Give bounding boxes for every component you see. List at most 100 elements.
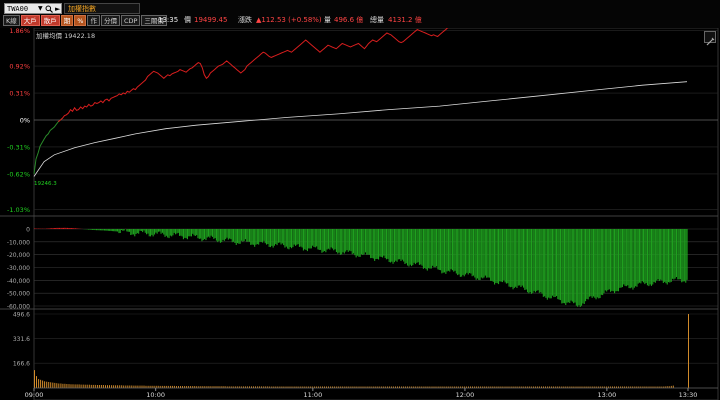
toolbar-button[interactable]: 大戶 bbox=[20, 15, 40, 26]
flow-bar bbox=[205, 229, 207, 241]
flow-bar bbox=[379, 229, 381, 257]
flow-bar bbox=[525, 229, 527, 290]
flow-bar bbox=[548, 229, 550, 298]
flow-bar bbox=[521, 229, 523, 286]
flow-bar bbox=[562, 229, 564, 304]
flow-bar bbox=[239, 229, 241, 244]
index-name: 加權指數 bbox=[68, 5, 96, 13]
price-axis-label: 0.92% bbox=[9, 63, 30, 71]
intraday-chart[interactable]: 1.86% 0.92% 0.31% 0% -0.31% -0.62% -1.03% 加權均價 … bbox=[0, 28, 720, 400]
flow-bar bbox=[135, 229, 137, 234]
toolbar-button[interactable]: 分價 bbox=[100, 15, 120, 26]
dropdown-caret-icon[interactable]: ▼ bbox=[38, 4, 43, 14]
flow-bar bbox=[273, 229, 275, 246]
toolbar: TWA00 ▼ ► 加權指數 K線 大戶 散戶期% 作分價 CDP 三關價 13:35 價… bbox=[0, 0, 720, 28]
flow-bar bbox=[523, 229, 525, 288]
flow-bar bbox=[566, 229, 568, 303]
flow-bar bbox=[190, 229, 192, 237]
toolbar-button[interactable]: 作 bbox=[87, 15, 100, 26]
flow-bar bbox=[360, 229, 362, 255]
flow-bar bbox=[244, 229, 246, 240]
flow-bar bbox=[165, 229, 167, 236]
volume-bar bbox=[76, 384, 78, 388]
toolbar-button[interactable]: % bbox=[74, 15, 87, 26]
flow-bar bbox=[578, 229, 580, 306]
flow-bar bbox=[167, 229, 169, 238]
flow-bar bbox=[450, 229, 452, 270]
flow-bar bbox=[329, 229, 331, 250]
volume-bar bbox=[72, 384, 74, 388]
flow-bar bbox=[267, 229, 269, 244]
flow-bar bbox=[421, 229, 423, 266]
flow-bar bbox=[494, 229, 496, 285]
volume-bar bbox=[34, 370, 35, 388]
total-volume-label: 總量 bbox=[370, 16, 384, 24]
flow-bar bbox=[478, 229, 480, 280]
volume-bar bbox=[90, 384, 92, 388]
symbol-selector[interactable]: TWA00 ▼ ► bbox=[4, 3, 62, 14]
flow-bar bbox=[103, 229, 105, 231]
flow-bar bbox=[384, 229, 386, 258]
flow-bar bbox=[396, 229, 398, 262]
flow-bar bbox=[140, 229, 142, 231]
flow-bar bbox=[628, 229, 630, 289]
volume-axis-label: 166.6 bbox=[13, 361, 30, 368]
flow-bar bbox=[491, 229, 493, 281]
toolbar-buttons: K線 大戶 散戶期% 作分價 CDP 三關價 bbox=[3, 15, 167, 26]
flow-bar bbox=[123, 229, 125, 231]
flow-bar bbox=[254, 229, 256, 247]
volume-bar bbox=[121, 385, 123, 388]
flow-bar bbox=[298, 229, 300, 247]
toolbar-button[interactable]: CDP bbox=[120, 15, 141, 26]
flow-bar bbox=[211, 229, 213, 237]
flow-bar bbox=[606, 229, 608, 292]
flow-bar bbox=[461, 229, 463, 277]
flow-bar bbox=[537, 229, 539, 291]
flow-bar bbox=[469, 229, 471, 273]
flow-bar bbox=[391, 229, 393, 262]
next-arrow-icon[interactable]: ► bbox=[55, 4, 60, 14]
volume-bar bbox=[117, 385, 119, 388]
flow-bar bbox=[499, 229, 501, 282]
flow-bar bbox=[557, 229, 559, 300]
flow-bar bbox=[583, 229, 585, 304]
flow-bar bbox=[276, 229, 278, 246]
flow-bar bbox=[418, 229, 420, 265]
flow-bar bbox=[378, 229, 380, 260]
flow-bar bbox=[530, 229, 532, 294]
flow-bar bbox=[353, 229, 355, 254]
flow-bar bbox=[558, 229, 560, 300]
flow-bar bbox=[327, 229, 329, 249]
toolbar-button[interactable]: 期 bbox=[60, 15, 74, 26]
search-icon[interactable] bbox=[45, 5, 53, 13]
time-axis-label: 09:00 bbox=[25, 391, 44, 399]
flow-bar bbox=[591, 229, 593, 298]
flow-bar bbox=[528, 229, 530, 294]
flow-bar bbox=[242, 229, 244, 242]
flow-bar bbox=[504, 229, 506, 283]
flow-bar bbox=[575, 229, 577, 306]
flow-bar bbox=[248, 229, 250, 242]
flow-bar bbox=[243, 229, 245, 241]
flow-bar bbox=[176, 229, 178, 234]
flow-bar bbox=[401, 229, 403, 260]
flow-bar bbox=[60, 227, 62, 229]
flow-bar bbox=[574, 229, 576, 303]
edit-pencil-icon[interactable] bbox=[704, 31, 716, 46]
flow-bar bbox=[318, 229, 320, 250]
volume-bar bbox=[115, 385, 117, 388]
flow-bar bbox=[512, 229, 514, 290]
flow-bar bbox=[492, 229, 494, 282]
flow-bar bbox=[368, 229, 370, 255]
flow-bar bbox=[308, 229, 310, 249]
change-label: 漲跌 bbox=[238, 16, 252, 24]
flow-bar bbox=[641, 229, 643, 282]
flow-bar bbox=[269, 229, 271, 248]
flow-bar bbox=[121, 229, 123, 230]
flow-bar bbox=[646, 229, 648, 286]
toolbar-button[interactable]: K線 bbox=[3, 15, 20, 26]
flow-bar bbox=[57, 227, 59, 229]
flow-bar bbox=[455, 229, 457, 274]
toolbar-button[interactable]: 散戶 bbox=[40, 15, 60, 26]
flow-bar bbox=[409, 229, 411, 265]
